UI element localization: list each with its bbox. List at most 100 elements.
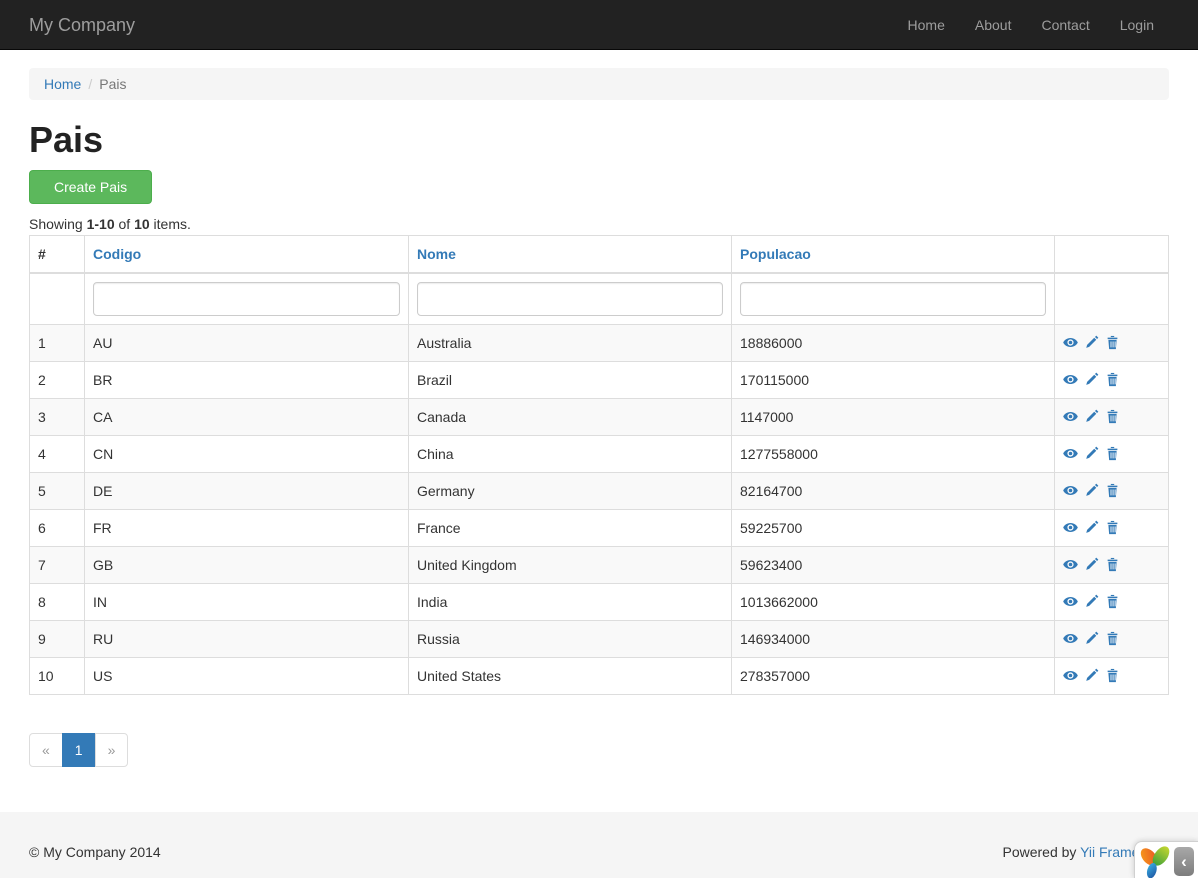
delete-button[interactable] bbox=[1105, 407, 1120, 427]
nome-filter-input[interactable] bbox=[417, 282, 723, 316]
cell-populacao: 59225700 bbox=[732, 510, 1055, 547]
nav-item-contact[interactable]: Contact bbox=[1026, 0, 1104, 50]
update-button[interactable] bbox=[1084, 444, 1099, 464]
row-serial: 9 bbox=[30, 621, 85, 658]
pencil-icon bbox=[1084, 557, 1099, 572]
brand-link[interactable]: My Company bbox=[29, 0, 135, 50]
table-row: 5DEGermany82164700 bbox=[30, 473, 1169, 510]
nav-item-home[interactable]: Home bbox=[893, 0, 960, 50]
delete-button[interactable] bbox=[1105, 444, 1120, 464]
cell-nome: United Kingdom bbox=[409, 547, 732, 584]
cell-nome: Germany bbox=[409, 473, 732, 510]
update-button[interactable] bbox=[1084, 370, 1099, 390]
eye-icon bbox=[1063, 520, 1078, 535]
cell-nome: China bbox=[409, 436, 732, 473]
yii-debug-toolbar[interactable]: ‹ bbox=[1134, 841, 1198, 878]
view-button[interactable] bbox=[1063, 666, 1078, 686]
navbar: My Company HomeAboutContactLogin bbox=[0, 0, 1198, 50]
breadcrumb-current: Pais bbox=[99, 76, 126, 92]
sort-populacao-link[interactable]: Populacao bbox=[740, 246, 811, 262]
view-button[interactable] bbox=[1063, 444, 1078, 464]
update-button[interactable] bbox=[1084, 518, 1099, 538]
row-serial: 4 bbox=[30, 436, 85, 473]
cell-populacao: 1013662000 bbox=[732, 584, 1055, 621]
eye-icon bbox=[1063, 483, 1078, 498]
chevron-left-icon[interactable]: ‹ bbox=[1174, 847, 1194, 876]
cell-nome: Australia bbox=[409, 325, 732, 362]
view-button[interactable] bbox=[1063, 481, 1078, 501]
pencil-icon bbox=[1084, 409, 1099, 424]
sort-codigo-link[interactable]: Codigo bbox=[93, 246, 141, 262]
grid-filter-row bbox=[30, 273, 1169, 325]
cell-populacao: 1277558000 bbox=[732, 436, 1055, 473]
trash-icon bbox=[1105, 409, 1120, 424]
summary-range: 1-10 bbox=[87, 216, 115, 232]
cell-nome: Canada bbox=[409, 399, 732, 436]
trash-icon bbox=[1105, 372, 1120, 387]
delete-button[interactable] bbox=[1105, 333, 1120, 353]
nav-item-login[interactable]: Login bbox=[1105, 0, 1169, 50]
view-button[interactable] bbox=[1063, 629, 1078, 649]
row-serial: 8 bbox=[30, 584, 85, 621]
cell-codigo: CA bbox=[85, 399, 409, 436]
cell-nome: Brazil bbox=[409, 362, 732, 399]
yii-logo-icon[interactable] bbox=[1139, 845, 1172, 878]
row-serial: 10 bbox=[30, 658, 85, 695]
view-button[interactable] bbox=[1063, 592, 1078, 612]
view-button[interactable] bbox=[1063, 407, 1078, 427]
pencil-icon bbox=[1084, 631, 1099, 646]
update-button[interactable] bbox=[1084, 629, 1099, 649]
pencil-icon bbox=[1084, 520, 1099, 535]
cell-codigo: US bbox=[85, 658, 409, 695]
column-header-serial: # bbox=[30, 236, 85, 274]
pencil-icon bbox=[1084, 372, 1099, 387]
summary-text: items. bbox=[150, 216, 191, 232]
cell-codigo: AU bbox=[85, 325, 409, 362]
delete-button[interactable] bbox=[1105, 629, 1120, 649]
delete-button[interactable] bbox=[1105, 518, 1120, 538]
sort-nome-link[interactable]: Nome bbox=[417, 246, 456, 262]
nav-item-about[interactable]: About bbox=[960, 0, 1027, 50]
delete-button[interactable] bbox=[1105, 555, 1120, 575]
cell-actions bbox=[1055, 325, 1169, 362]
table-row: 9RURussia146934000 bbox=[30, 621, 1169, 658]
update-button[interactable] bbox=[1084, 407, 1099, 427]
cell-nome: India bbox=[409, 584, 732, 621]
cell-actions bbox=[1055, 621, 1169, 658]
delete-button[interactable] bbox=[1105, 370, 1120, 390]
cell-nome: United States bbox=[409, 658, 732, 695]
codigo-filter-input[interactable] bbox=[93, 282, 400, 316]
main-content: Home / Pais Pais Create Pais Showing 1-1… bbox=[14, 68, 1184, 767]
view-button[interactable] bbox=[1063, 518, 1078, 538]
update-button[interactable] bbox=[1084, 481, 1099, 501]
delete-button[interactable] bbox=[1105, 481, 1120, 501]
trash-icon bbox=[1105, 446, 1120, 461]
row-serial: 7 bbox=[30, 547, 85, 584]
update-button[interactable] bbox=[1084, 555, 1099, 575]
pencil-icon bbox=[1084, 594, 1099, 609]
delete-button[interactable] bbox=[1105, 592, 1120, 612]
update-button[interactable] bbox=[1084, 333, 1099, 353]
cell-populacao: 146934000 bbox=[732, 621, 1055, 658]
breadcrumb-home-link[interactable]: Home bbox=[44, 76, 81, 92]
cell-actions bbox=[1055, 584, 1169, 621]
cell-codigo: RU bbox=[85, 621, 409, 658]
view-button[interactable] bbox=[1063, 333, 1078, 353]
cell-populacao: 170115000 bbox=[732, 362, 1055, 399]
cell-populacao: 59623400 bbox=[732, 547, 1055, 584]
summary-text: of bbox=[115, 216, 134, 232]
delete-button[interactable] bbox=[1105, 666, 1120, 686]
breadcrumb: Home / Pais bbox=[29, 68, 1169, 100]
trash-icon bbox=[1105, 668, 1120, 683]
table-row: 3CACanada1147000 bbox=[30, 399, 1169, 436]
cell-actions bbox=[1055, 547, 1169, 584]
pagination-page-1-button[interactable]: 1 bbox=[62, 733, 96, 767]
cell-actions bbox=[1055, 362, 1169, 399]
populacao-filter-input[interactable] bbox=[740, 282, 1046, 316]
trash-icon bbox=[1105, 557, 1120, 572]
update-button[interactable] bbox=[1084, 592, 1099, 612]
view-button[interactable] bbox=[1063, 370, 1078, 390]
view-button[interactable] bbox=[1063, 555, 1078, 575]
update-button[interactable] bbox=[1084, 666, 1099, 686]
create-pais-button[interactable]: Create Pais bbox=[29, 170, 152, 204]
